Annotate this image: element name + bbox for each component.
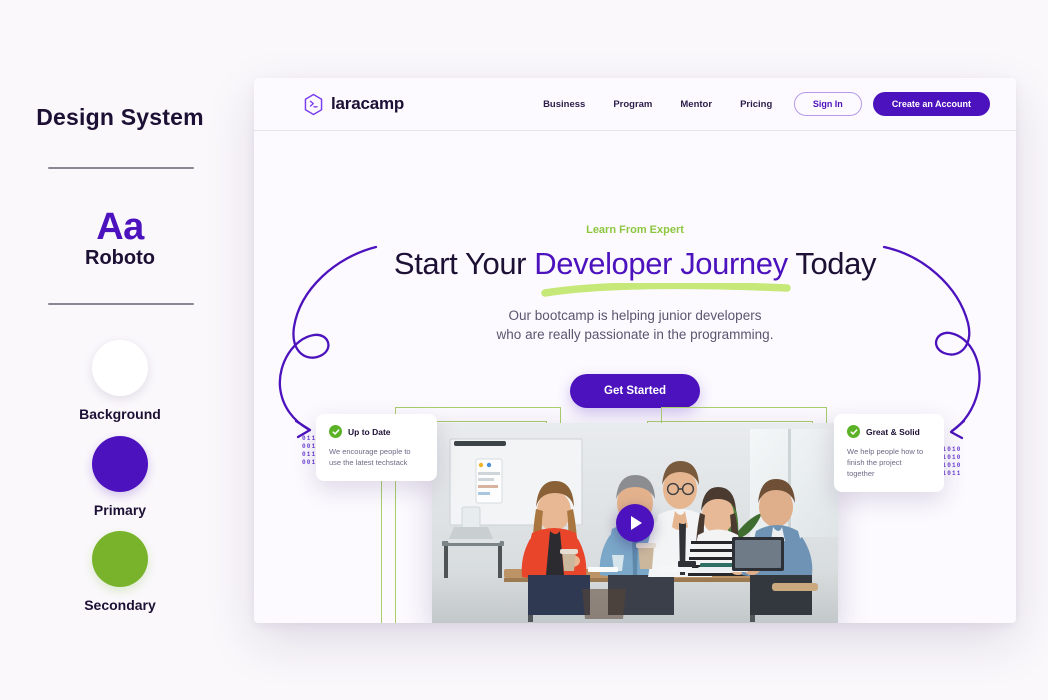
feature-card-title: Up to Date <box>348 426 391 437</box>
feature-card-up-to-date: Up to Date We encourage people to use th… <box>316 414 437 481</box>
check-circle-icon <box>329 425 342 438</box>
swatch-label-secondary: Secondary <box>84 597 156 613</box>
divider-bottom <box>48 303 194 305</box>
swatch-label-primary: Primary <box>93 502 147 518</box>
nav-link-business[interactable]: Business <box>543 99 585 110</box>
color-swatch-secondary: Secondary <box>0 531 240 613</box>
hero-eyebrow: Learn From Expert <box>586 224 684 236</box>
color-swatch-primary: Primary <box>0 436 240 518</box>
brand-logo[interactable]: laracamp <box>303 93 404 116</box>
typography-sample: Aa <box>96 206 144 248</box>
nav-link-pricing[interactable]: Pricing <box>740 99 772 110</box>
feature-card-header: Great & Solid <box>847 425 931 438</box>
feature-card-body: We encourage people to use the latest te… <box>329 447 411 467</box>
headline-highlight-swoosh <box>541 283 791 297</box>
headline-part-before: Start Your <box>393 246 535 281</box>
divider-top <box>48 167 194 169</box>
hexagon-terminal-icon <box>304 93 323 115</box>
hero-subhead: Our bootcamp is helping junior developer… <box>254 306 1016 344</box>
swatch-circle-background <box>92 340 148 396</box>
website-preview-card: laracamp Business Program Mentor Pricing… <box>254 78 1016 623</box>
nav-actions: Sign In Create an Account <box>793 92 990 116</box>
hero-video-card[interactable] <box>432 423 838 623</box>
headline-accent: Developer Journey <box>534 246 788 281</box>
play-button[interactable] <box>616 504 654 542</box>
nav-link-mentor[interactable]: Mentor <box>680 99 712 110</box>
page-title: Design System <box>36 104 204 130</box>
play-triangle-icon <box>631 516 642 530</box>
swatch-circle-primary <box>92 436 148 492</box>
color-swatch-background: Background <box>0 340 240 422</box>
site-navbar: laracamp Business Program Mentor Pricing… <box>254 78 1016 131</box>
feature-card-body: We help people how to finish the project… <box>847 447 924 478</box>
design-system-panel: Design System Aa Roboto Background Prima… <box>0 0 240 700</box>
nav-link-program[interactable]: Program <box>613 99 652 110</box>
screenshot-stage: Design System Aa Roboto Background Prima… <box>0 0 1048 700</box>
check-circle-icon <box>847 425 860 438</box>
create-account-button[interactable]: Create an Account <box>872 92 990 116</box>
typography-font-name: Roboto <box>85 247 155 269</box>
hero-headline: Start Your Developer Journey Today <box>254 246 1016 282</box>
nav-links: Business Program Mentor Pricing <box>543 99 772 110</box>
hero-section: Learn From Expert Start Your Developer J… <box>254 131 1016 623</box>
hero-cta-wrap: Get Started <box>254 374 1016 408</box>
feature-card-header: Up to Date <box>329 425 424 438</box>
swatch-label-background: Background <box>79 406 161 422</box>
headline-part-after: Today <box>787 246 877 281</box>
sign-in-button[interactable]: Sign In <box>793 92 862 116</box>
brand-name: laracamp <box>331 94 405 113</box>
get-started-button[interactable]: Get Started <box>570 374 700 408</box>
hero-subhead-line2: who are really passionate in the program… <box>496 327 774 342</box>
swatch-circle-secondary <box>92 531 148 587</box>
feature-card-great-and-solid: Great & Solid We help people how to fini… <box>834 414 944 492</box>
feature-card-title: Great & Solid <box>866 426 920 437</box>
hero-subhead-line1: Our bootcamp is helping junior developer… <box>508 308 762 323</box>
